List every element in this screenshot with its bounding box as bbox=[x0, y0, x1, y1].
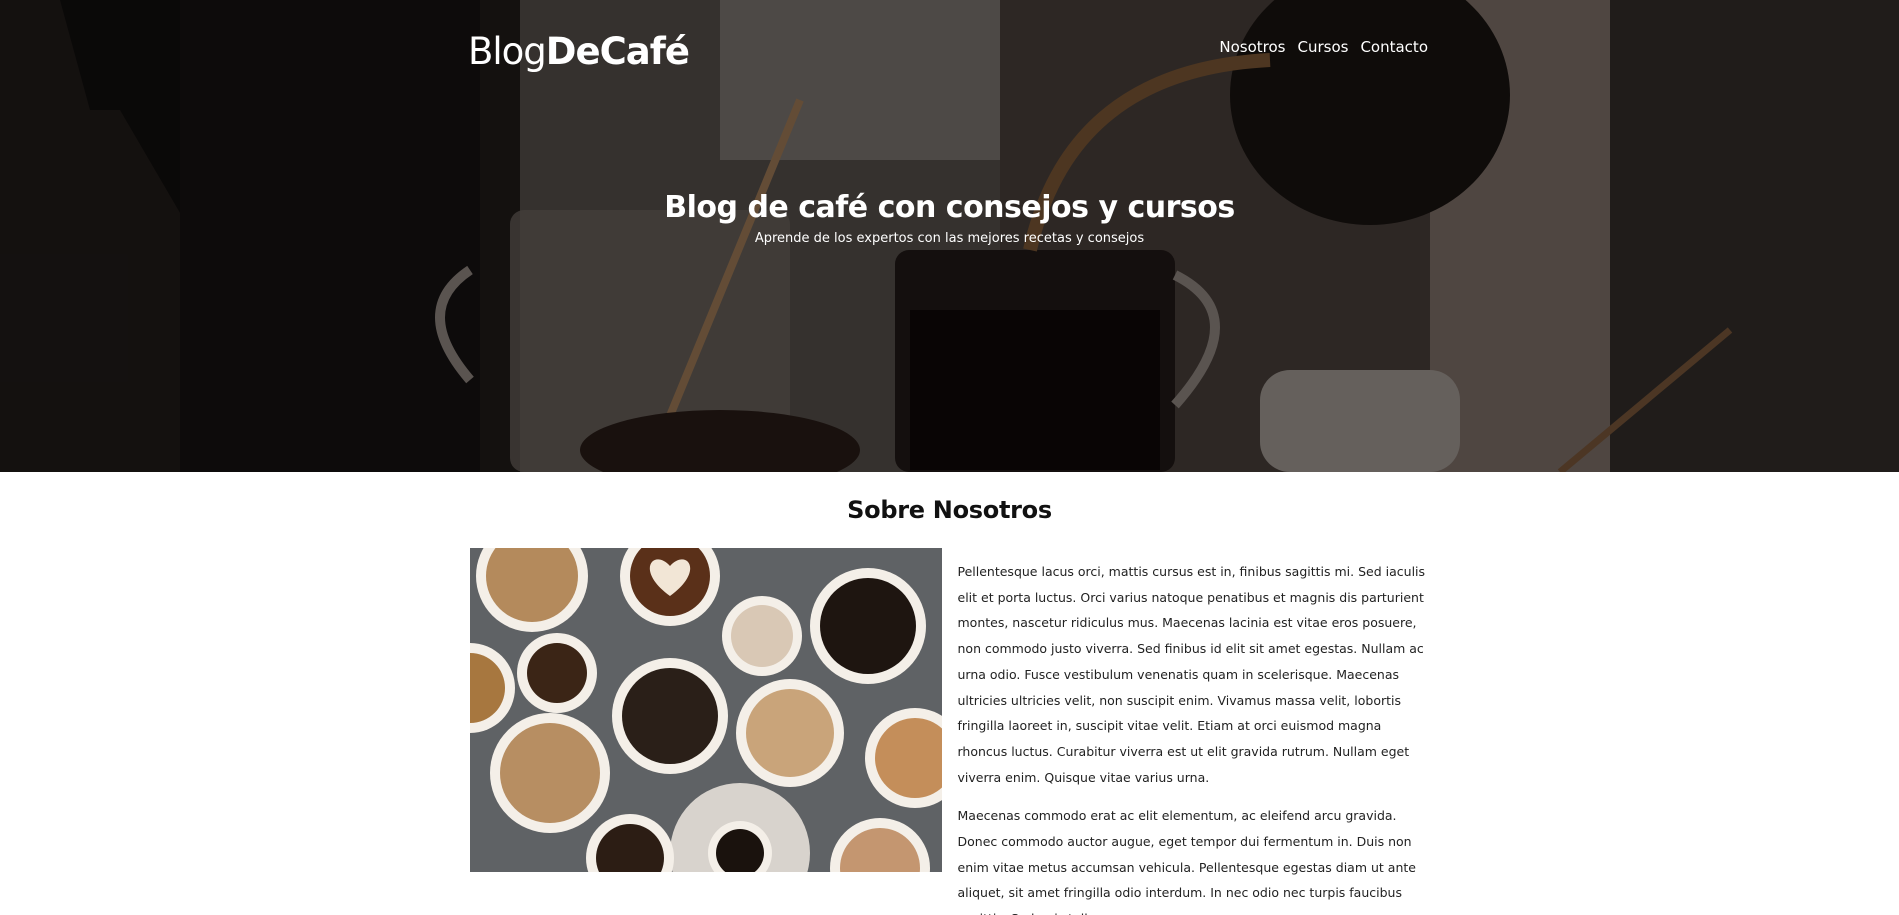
logo-light-text: Blog bbox=[468, 29, 547, 73]
about-paragraph: Maecenas commodo erat ac elit elementum,… bbox=[957, 808, 1416, 915]
nav-link-cursos[interactable]: Cursos bbox=[1297, 38, 1348, 56]
nav-link-contacto[interactable]: Contacto bbox=[1360, 38, 1428, 56]
main-nav: Nosotros Cursos Contacto bbox=[1219, 38, 1428, 56]
hero-subtitle: Aprende de los expertos con las mejores … bbox=[754, 231, 1145, 246]
about-image bbox=[469, 548, 942, 872]
site-logo[interactable]: BlogDeCafé bbox=[468, 29, 690, 73]
about-title: Sobre Nosotros bbox=[847, 496, 1052, 524]
about-section: Pellentesque lacus orci, mattis cursus e… bbox=[469, 548, 1430, 915]
nav-link-nosotros[interactable]: Nosotros bbox=[1219, 38, 1285, 56]
hero-title: Blog de café con consejos y cursos bbox=[664, 190, 1235, 225]
site-header: BlogDeCafé Nosotros Cursos Contacto bbox=[468, 0, 1428, 100]
about-paragraph: Pellentesque lacus orci, mattis cursus e… bbox=[957, 564, 1426, 785]
logo-bold-text: DeCafé bbox=[545, 29, 690, 73]
hero-section: BlogDeCafé Nosotros Cursos Contacto Blog… bbox=[0, 0, 1899, 472]
hero-text: Blog de café con consejos y cursos Apren… bbox=[0, 190, 1899, 246]
about-text: Pellentesque lacus orci, mattis cursus e… bbox=[958, 548, 1430, 915]
coffee-cups-image bbox=[469, 548, 942, 872]
